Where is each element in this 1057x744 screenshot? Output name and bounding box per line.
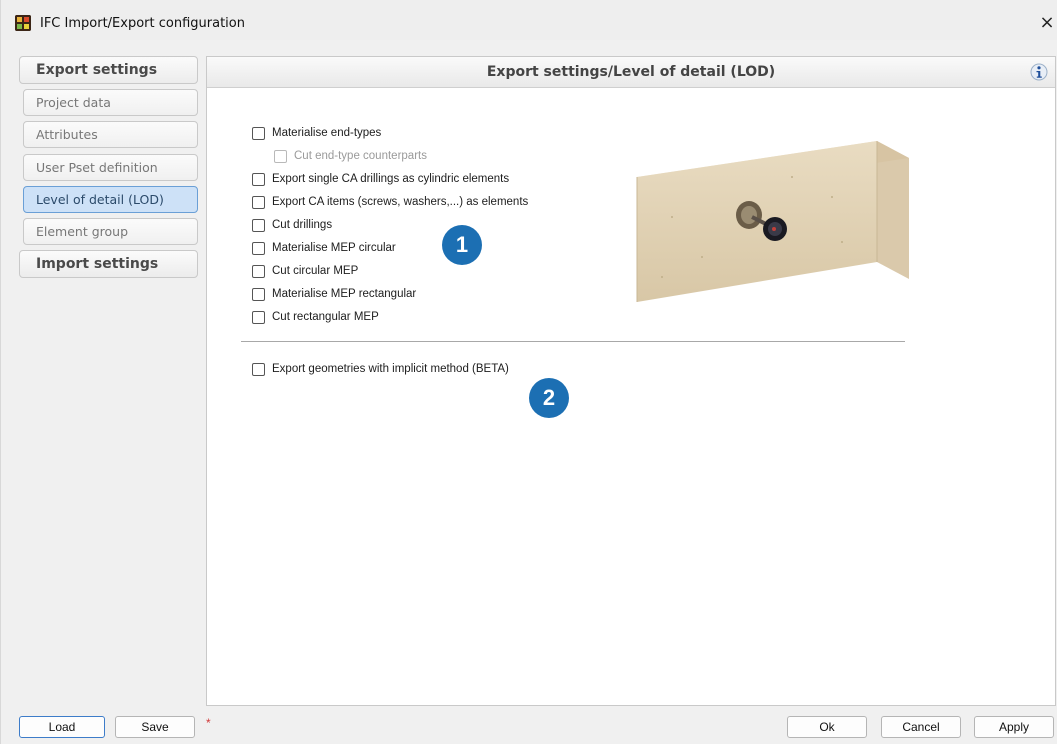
export-settings-button[interactable]: Export settings [19,56,198,84]
callout-badge-1: 1 [442,225,482,265]
save-button[interactable]: Save [115,716,195,738]
apply-button[interactable]: Apply [974,716,1054,738]
panel-title: Export settings/Level of detail (LOD) [207,57,1055,88]
option-label: Export CA items (screws, washers,...) as… [272,196,529,208]
checkbox[interactable] [252,195,265,209]
settings-panel: Export settings/Level of detail (LOD) Ma… [206,56,1056,706]
close-icon[interactable]: × [1037,13,1057,33]
checkbox[interactable] [252,126,265,140]
option-cut-end-type-counterparts: Cut end-type counterparts [274,147,427,165]
sidebar-item-user-pset[interactable]: User Pset definition [23,154,198,181]
option-label: Cut circular MEP [272,265,359,277]
sidebar-item-element-group[interactable]: Element group [23,218,198,245]
checkbox [274,149,287,163]
sidebar: Export settings Project data Attributes … [9,52,201,706]
option-label: Cut end-type counterparts [294,150,427,162]
sidebar-item-project-data[interactable]: Project data [23,89,198,116]
option-label: Export geometries with implicit method (… [272,363,509,375]
load-button[interactable]: Load [19,716,105,738]
option-label: Materialise MEP rectangular [272,288,417,300]
option-materialise-mep-circular[interactable]: Materialise MEP circular [252,239,396,257]
option-label: Materialise end-types [272,127,382,139]
title-bar: IFC Import/Export configuration × [1,0,1057,40]
checkbox[interactable] [252,172,265,186]
app-icon [15,15,31,31]
checkbox[interactable] [252,310,265,324]
cancel-button[interactable]: Cancel [881,716,961,738]
option-label: Cut rectangular MEP [272,311,379,323]
checkbox[interactable] [252,264,265,278]
checkbox[interactable] [252,241,265,255]
checkbox[interactable] [252,362,265,376]
option-cut-drillings[interactable]: Cut drillings [252,216,332,234]
option-label: Cut drillings [272,219,333,231]
ifc-config-dialog: IFC Import/Export configuration × Export… [0,0,1057,744]
window-title: IFC Import/Export configuration [40,16,245,31]
option-cut-circular-mep[interactable]: Cut circular MEP [252,262,358,280]
info-icon[interactable] [1030,63,1048,81]
sidebar-item-level-of-detail[interactable]: Level of detail (LOD) [23,186,198,213]
option-export-ca-items[interactable]: Export CA items (screws, washers,...) as… [252,193,528,211]
option-label: Materialise MEP circular [272,242,396,254]
beam-preview-image [636,141,909,302]
checkbox[interactable] [252,218,265,232]
option-materialise-mep-rectangular[interactable]: Materialise MEP rectangular [252,285,416,303]
import-settings-button[interactable]: Import settings [19,250,198,278]
section-divider [241,341,905,342]
option-materialise-end-types[interactable]: Materialise end-types [252,124,381,142]
option-label: Export single CA drillings as cylindric … [272,173,510,185]
unsaved-changes-marker: * [206,716,211,730]
callout-badge-2: 2 [529,378,569,418]
option-export-implicit-geometries[interactable]: Export geometries with implicit method (… [252,360,509,378]
sidebar-item-attributes[interactable]: Attributes [23,121,198,148]
ok-button[interactable]: Ok [787,716,867,738]
option-export-single-drillings[interactable]: Export single CA drillings as cylindric … [252,170,509,188]
checkbox[interactable] [252,287,265,301]
option-cut-rectangular-mep[interactable]: Cut rectangular MEP [252,308,379,326]
